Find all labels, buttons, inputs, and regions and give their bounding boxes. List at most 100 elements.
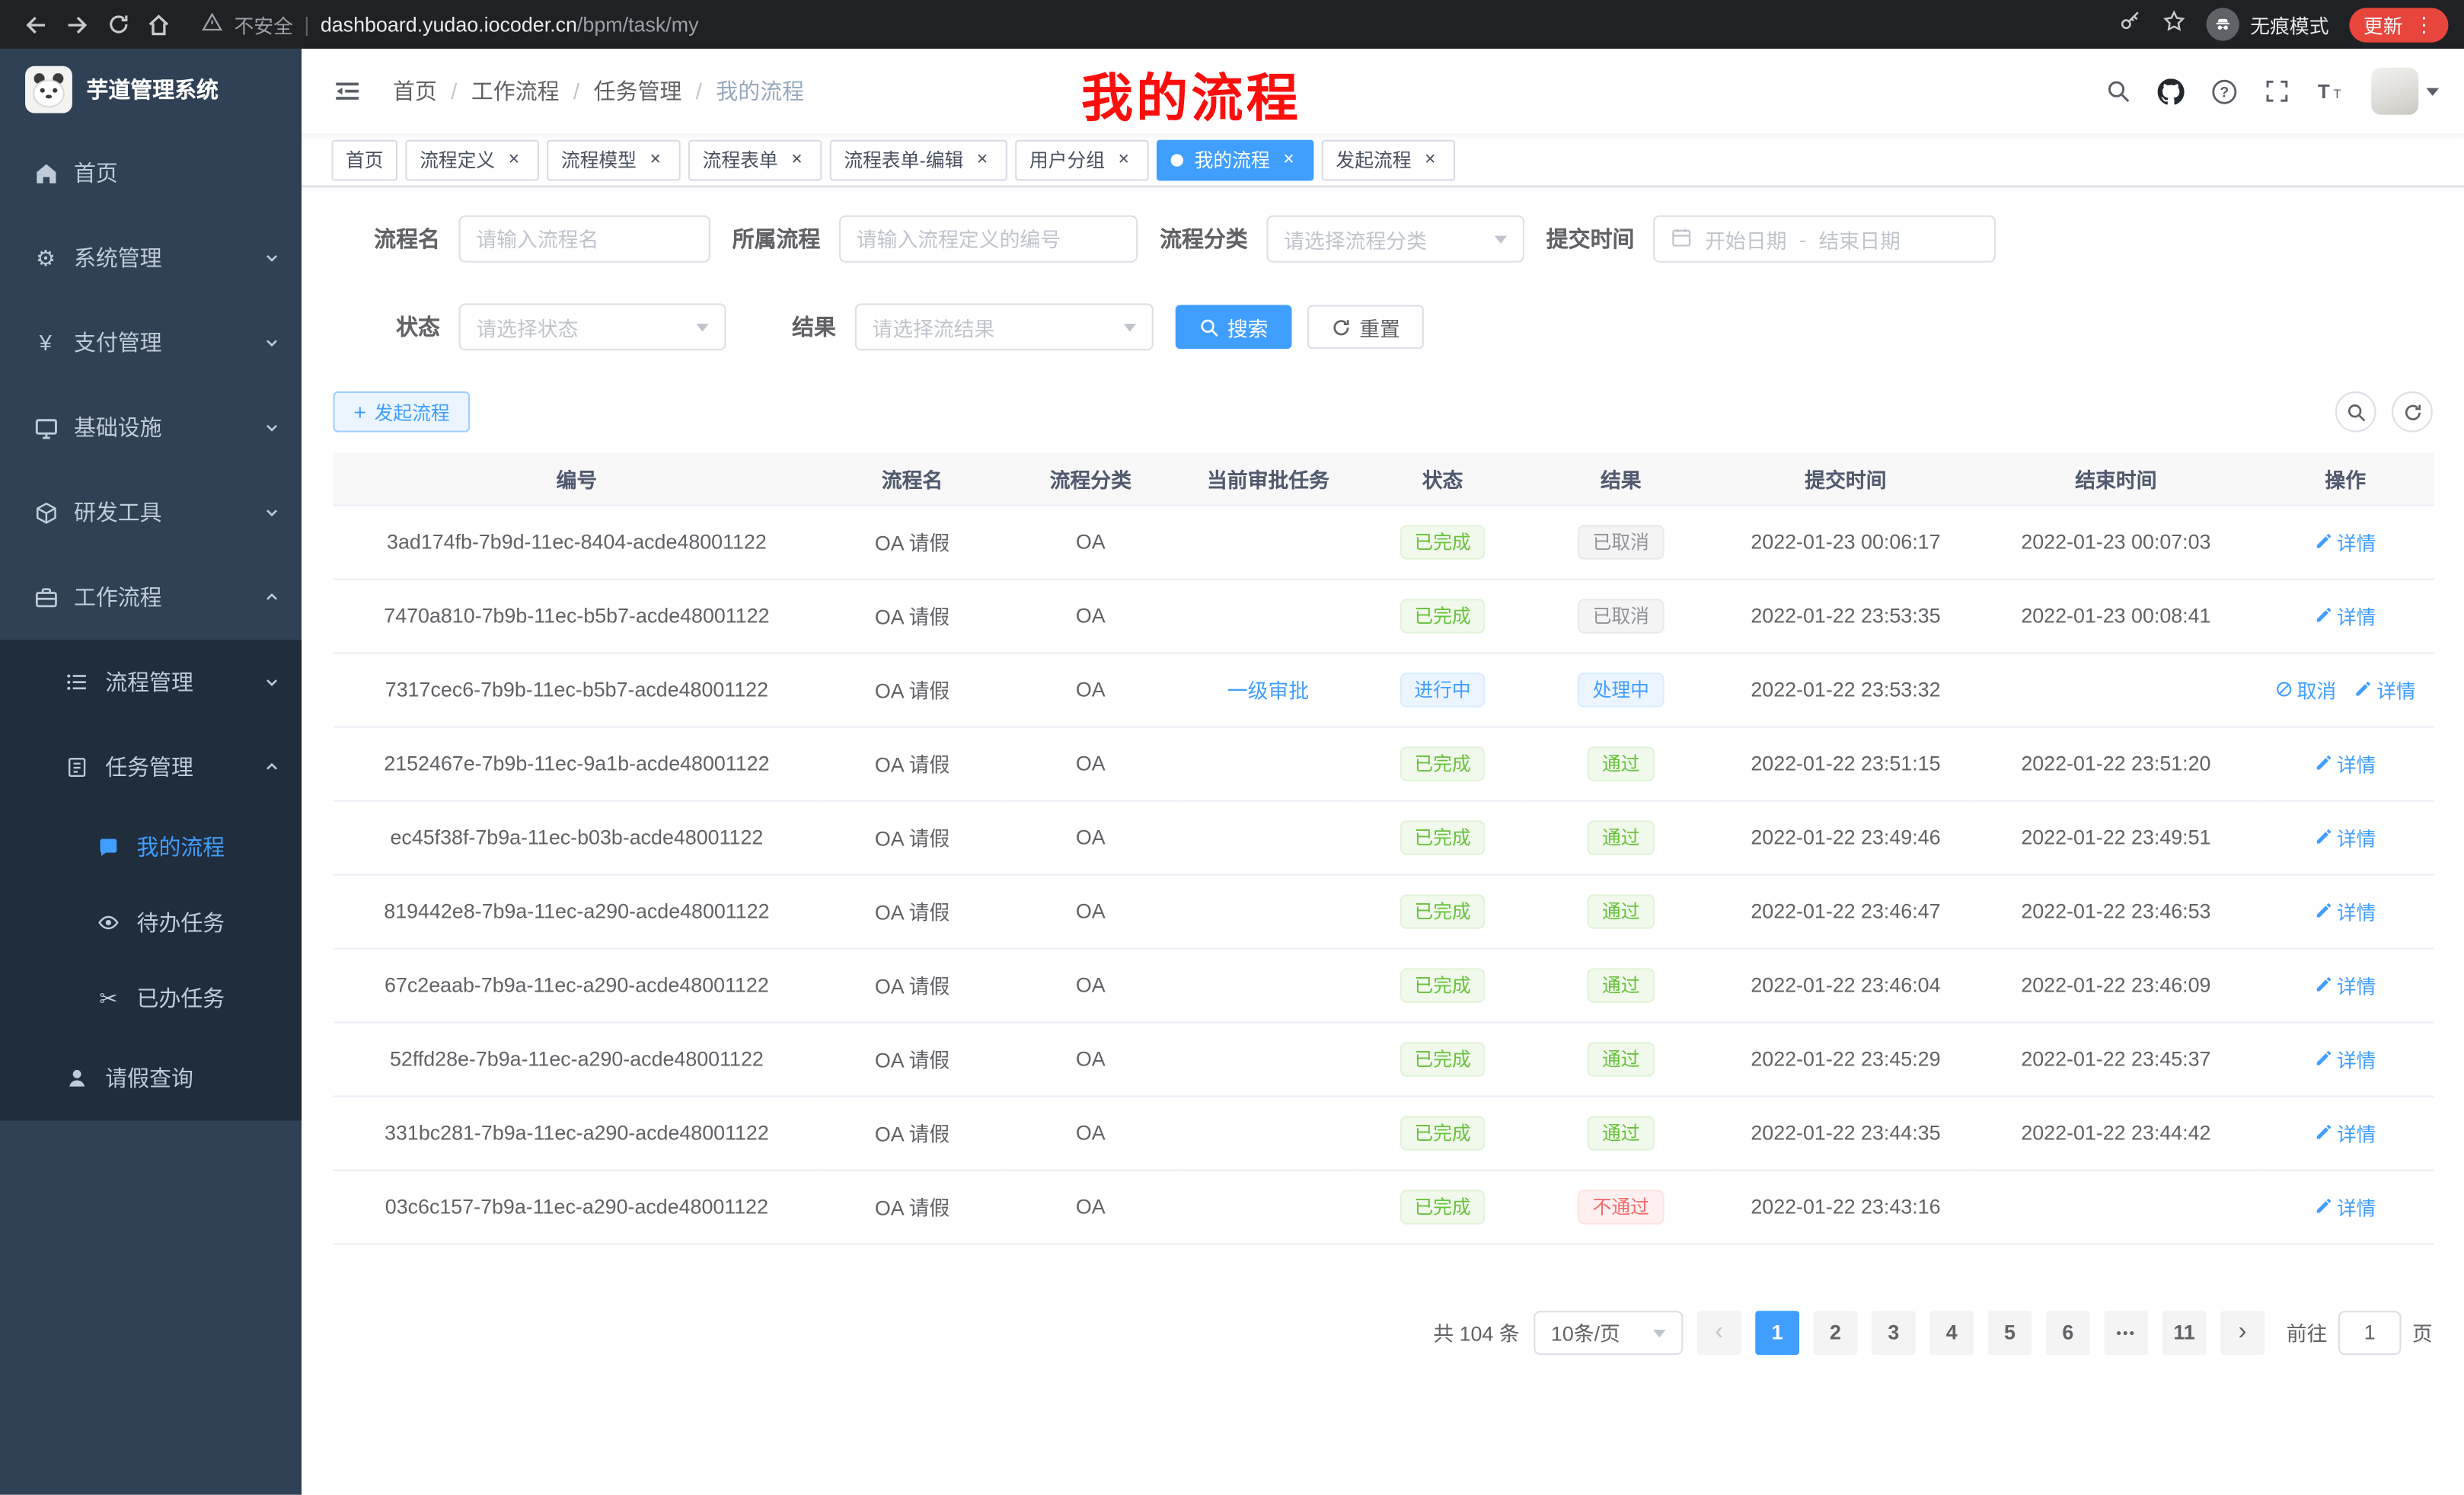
cell-result: 通过 <box>1526 726 1716 800</box>
help-icon[interactable]: ? <box>2211 78 2238 104</box>
pager-ellipsis[interactable]: ••• <box>2104 1310 2148 1354</box>
next-page-button[interactable]: › <box>2220 1310 2265 1354</box>
sidebar-item-devtools[interactable]: 研发工具 <box>0 470 302 554</box>
sidebar-item-done-tasks[interactable]: ✂ 已办任务 <box>0 960 302 1036</box>
toggle-search-button[interactable] <box>2335 391 2376 433</box>
fullscreen-icon[interactable] <box>2265 78 2290 104</box>
detail-link[interactable]: 详情 <box>2315 526 2376 556</box>
status-select[interactable]: 请选择状态 <box>459 303 726 350</box>
reset-button[interactable]: 重置 <box>1307 305 1424 349</box>
sidebar-item-workflow[interactable]: 工作流程 <box>0 555 302 640</box>
address-bar[interactable]: 不安全 | dashboard.yudao.iocoder.cn/bpm/tas… <box>201 9 698 39</box>
home-icon[interactable] <box>139 5 180 43</box>
detail-link[interactable]: 详情 <box>2315 1191 2376 1221</box>
detail-link[interactable]: 详情 <box>2315 822 2376 851</box>
back-icon[interactable] <box>16 5 57 43</box>
github-icon[interactable] <box>2158 78 2185 104</box>
key-icon[interactable] <box>2118 8 2142 40</box>
close-icon[interactable]: × <box>1419 149 1441 171</box>
refresh-table-button[interactable] <box>2392 391 2433 433</box>
close-icon[interactable]: × <box>503 149 525 171</box>
page-size-select[interactable]: 10条/页 <box>1534 1310 1683 1354</box>
breadcrumb-home[interactable]: 首页 <box>393 75 437 107</box>
tab-process-definition[interactable]: 流程定义× <box>405 139 538 180</box>
pager-page-2[interactable]: 2 <box>1814 1310 1858 1354</box>
detail-link[interactable]: 详情 <box>2315 970 2376 999</box>
submit-time-label: 提交时间 <box>1546 223 1653 254</box>
sidebar-item-system[interactable]: ⚙ 系统管理 <box>0 216 302 300</box>
refresh-icon[interactable] <box>97 5 139 43</box>
pager-page-3[interactable]: 3 <box>1872 1310 1916 1354</box>
breadcrumb-workflow[interactable]: 工作流程 <box>471 75 560 107</box>
bookmark-star-icon[interactable] <box>2162 8 2186 40</box>
table-row: 03c6c157-7b9a-11ec-a290-acde48001122 OA … <box>334 1169 2434 1243</box>
update-button[interactable]: 更新 ⋮ <box>2349 7 2448 41</box>
close-icon[interactable]: × <box>972 149 994 171</box>
table-row: 2152467e-7b9b-11ec-9a1b-acde48001122 OA … <box>334 726 2434 800</box>
pager-page-4[interactable]: 4 <box>1929 1310 1974 1354</box>
tab-process-form[interactable]: 流程表单× <box>688 139 822 180</box>
pager-page-11[interactable]: 11 <box>2162 1310 2207 1354</box>
tab-my-process[interactable]: 我的流程× <box>1157 139 1313 180</box>
tab-process-model[interactable]: 流程模型× <box>547 139 680 180</box>
close-icon[interactable]: × <box>644 149 666 171</box>
sidebar-item-home[interactable]: 首页 <box>0 130 302 215</box>
cell-result: 通过 <box>1526 1095 1716 1169</box>
cell-status: 已完成 <box>1359 1169 1526 1243</box>
goto-page-input[interactable] <box>2338 1310 2402 1354</box>
detail-link[interactable]: 详情 <box>2315 1117 2376 1147</box>
sidebar-item-my-process[interactable]: 我的流程 <box>0 810 302 885</box>
svg-text:T: T <box>2318 80 2330 103</box>
app-logo[interactable]: 芋道管理系统 <box>0 49 302 130</box>
process-name-input[interactable] <box>476 227 693 251</box>
tab-home[interactable]: 首页 <box>331 139 397 180</box>
detail-link[interactable]: 详情 <box>2354 674 2416 704</box>
url-host: dashboard.yudao.iocoder.cn <box>321 13 577 37</box>
prev-page-button[interactable]: ‹ <box>1697 1310 1741 1354</box>
result-tag: 不通过 <box>1578 1189 1663 1223</box>
user-avatar-menu[interactable] <box>2371 68 2439 115</box>
submit-time-range-picker[interactable]: 开始日期 - 结束日期 <box>1653 216 1996 263</box>
sidebar-item-todo-tasks[interactable]: 待办任务 <box>0 885 302 960</box>
detail-link[interactable]: 详情 <box>2315 1043 2376 1073</box>
forward-icon[interactable] <box>56 5 97 43</box>
col-end-time: 结束时间 <box>1975 452 2256 504</box>
browser-menu-icon[interactable]: ⋮ <box>2414 11 2434 37</box>
pager-page-5[interactable]: 5 <box>1988 1310 2032 1354</box>
sidebar-item-leave-query[interactable]: 请假查询 <box>0 1036 302 1120</box>
caret-down-icon <box>2427 88 2440 102</box>
close-icon[interactable]: × <box>1112 149 1135 171</box>
tab-process-form-edit[interactable]: 流程表单-编辑× <box>830 139 1007 180</box>
sidebar-item-task-management[interactable]: 任务管理 <box>0 724 302 809</box>
pager-page-1[interactable]: 1 <box>1755 1310 1799 1354</box>
detail-link[interactable]: 详情 <box>2315 748 2376 778</box>
cancel-link[interactable]: 取消 <box>2275 674 2337 704</box>
hamburger-icon[interactable] <box>327 77 368 105</box>
result-select[interactable]: 请选择流结果 <box>855 303 1154 350</box>
cell-actions: 详情 <box>2257 726 2434 800</box>
close-icon[interactable]: × <box>1278 149 1300 171</box>
tab-user-group[interactable]: 用户分组× <box>1015 139 1148 180</box>
pager-page-6[interactable]: 6 <box>2046 1310 2090 1354</box>
cell-task <box>1177 1021 1359 1095</box>
sidebar-item-infrastructure[interactable]: 基础设施 <box>0 385 302 470</box>
search-button[interactable]: 搜索 <box>1176 305 1292 349</box>
svg-text:?: ? <box>2220 85 2229 101</box>
cell-category: OA <box>1004 1095 1177 1169</box>
detail-link[interactable]: 详情 <box>2315 600 2376 630</box>
url-path: /bpm/task/my <box>577 13 699 37</box>
start-process-button[interactable]: + 发起流程 <box>334 391 471 433</box>
category-select[interactable]: 请选择流程分类 <box>1266 216 1524 263</box>
process-code-input[interactable] <box>857 227 1121 251</box>
sidebar-item-process-management[interactable]: 流程管理 <box>0 640 302 724</box>
breadcrumb-task-management[interactable]: 任务管理 <box>594 75 682 107</box>
close-icon[interactable]: × <box>786 149 808 171</box>
sidebar-item-payment[interactable]: ¥ 支付管理 <box>0 300 302 385</box>
tab-start-process[interactable]: 发起流程× <box>1322 139 1455 180</box>
font-size-icon[interactable]: TT <box>2316 77 2344 105</box>
detail-link[interactable]: 详情 <box>2315 896 2376 925</box>
svg-text:T: T <box>2333 87 2341 101</box>
task-link[interactable]: 一级审批 <box>1227 679 1309 703</box>
search-icon[interactable] <box>2105 78 2130 104</box>
chevron-up-icon <box>264 589 280 605</box>
